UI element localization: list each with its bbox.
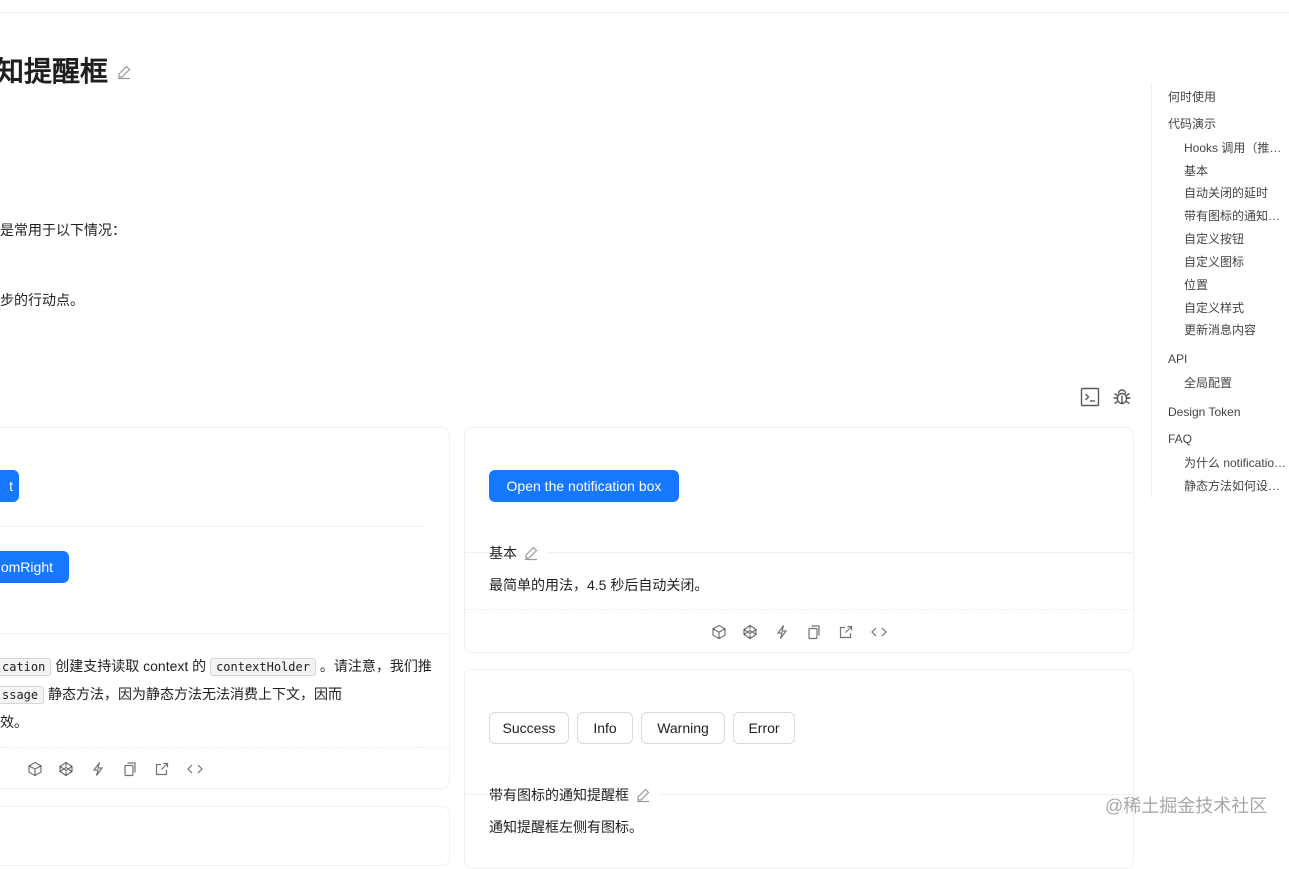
toc-item-placement[interactable]: 位置 [1184, 276, 1289, 294]
open-notification-top-button[interactable]: t [0, 470, 19, 502]
info-button[interactable]: Info [577, 712, 633, 744]
demo-card-with-icon [464, 669, 1134, 869]
success-button[interactable]: Success [489, 712, 569, 744]
codesandbox-icon[interactable] [711, 624, 727, 640]
external-link-icon[interactable] [838, 624, 854, 640]
copy-icon[interactable] [122, 761, 138, 777]
copy-icon[interactable] [806, 624, 822, 640]
codepen-icon[interactable] [58, 761, 74, 777]
toc-item-global-config[interactable]: 全局配置 [1184, 374, 1289, 392]
hooks-description-line1: cation 创建支持读取 context 的 contextHolder 。请… [0, 655, 432, 678]
watermark: @稀土掘金技术社区 [1105, 796, 1268, 816]
toc-item-faq-context[interactable]: 为什么 notification 不能获取 context、redux 的内容和… [1184, 454, 1289, 472]
toc-item-basic[interactable]: 基本 [1184, 162, 1289, 180]
edit-icon[interactable] [635, 787, 651, 803]
demo-divider [0, 526, 424, 527]
open-notification-box-button[interactable]: Open the notification box [489, 470, 679, 502]
desc-text: 静态方法，因为静态方法无法消费上下文，因而 [44, 686, 343, 702]
toc-item-api[interactable]: API [1168, 350, 1286, 368]
with-icon-description: 通知提醒框左侧有图标。 [489, 819, 643, 835]
toc-item-faq-prefixcls[interactable]: 静态方法如何设置 prefixCls？ [1184, 477, 1289, 495]
terminal-icon[interactable] [1079, 386, 1101, 408]
code-inline: contextHolder [210, 658, 316, 676]
toc-item-hooks[interactable]: Hooks 调用（推荐） [1184, 139, 1289, 157]
code-inline: cation [0, 658, 52, 676]
section-title-text: 带有图标的通知提醒框 [489, 787, 629, 803]
open-notification-bottomright-button[interactable]: omRight [0, 551, 69, 583]
toc-item-faq[interactable]: FAQ [1168, 430, 1286, 448]
page-title: 知提醒框 [0, 52, 132, 92]
section-divider [0, 633, 449, 634]
toc-item-examples[interactable]: 代码演示 [1168, 115, 1286, 133]
toc-item-with-icon[interactable]: 带有图标的通知提醒框 [1184, 207, 1289, 225]
codepen-icon[interactable] [742, 624, 758, 640]
basic-description: 最简单的用法，4.5 秒后自动关闭。 [489, 577, 709, 593]
hooks-description-line2: ssage 静态方法，因为静态方法无法消费上下文，因而 [0, 683, 342, 706]
table-of-contents: 何时使用 代码演示 Hooks 调用（推荐） 基本 自动关闭的延时 带有图标的通… [1151, 84, 1289, 498]
actions-divider [0, 747, 449, 748]
toc-item-duration[interactable]: 自动关闭的延时 [1184, 184, 1289, 202]
edit-icon[interactable] [523, 545, 539, 561]
desc-text: 。请注意，我们推 [315, 658, 432, 674]
actions-divider [465, 609, 1133, 610]
demo-actions-hooks [0, 761, 210, 777]
toc-item-custom-style[interactable]: 自定义样式 [1184, 299, 1289, 317]
intro-text-line1: 是常用于以下情况： [0, 222, 126, 238]
codesandbox-icon[interactable] [27, 761, 43, 777]
section-title-text: 基本 [489, 545, 517, 561]
page-title-text: 知提醒框 [0, 56, 109, 87]
intro-text-line2: 步的行动点。 [0, 292, 84, 308]
demo-card-next [0, 806, 450, 866]
toc-item-custom-icon[interactable]: 自定义图标 [1184, 253, 1289, 271]
stackblitz-icon[interactable] [774, 624, 790, 640]
code-expand-icon[interactable] [186, 761, 203, 777]
demo-actions-basic [700, 624, 900, 640]
section-divider [465, 552, 1133, 553]
code-inline: ssage [0, 686, 45, 704]
code-expand-icon[interactable] [870, 624, 887, 640]
stackblitz-icon[interactable] [90, 761, 106, 777]
error-button[interactable]: Error [733, 712, 795, 744]
demo-section-title-basic: 基本 [489, 542, 547, 564]
warning-button[interactable]: Warning [641, 712, 725, 744]
toc-item-design-token[interactable]: Design Token [1168, 403, 1286, 421]
toc-item-update[interactable]: 更新消息内容 [1184, 321, 1289, 339]
desc-text: 创建支持读取 context 的 [51, 658, 211, 674]
demo-section-title-with-icon: 带有图标的通知提醒框 [489, 784, 659, 806]
hooks-description-line3: 效。 [0, 714, 28, 730]
top-divider [0, 12, 1289, 13]
bug-icon[interactable] [1111, 386, 1133, 408]
edit-icon[interactable] [116, 64, 132, 80]
demo-card-basic [464, 427, 1134, 653]
toc-item-custom-button[interactable]: 自定义按钮 [1184, 230, 1289, 248]
external-link-icon[interactable] [154, 761, 170, 777]
toc-item-when-to-use[interactable]: 何时使用 [1168, 88, 1286, 106]
demo-card-hooks [0, 427, 450, 789]
